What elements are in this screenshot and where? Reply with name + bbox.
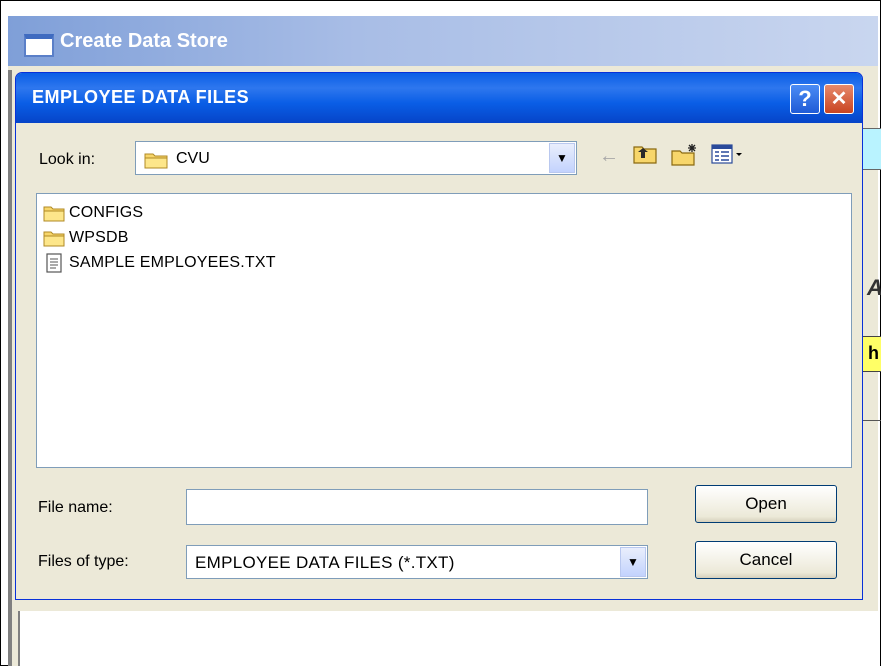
folder-icon	[43, 231, 65, 247]
window-icon	[24, 34, 54, 57]
text-file-icon	[46, 253, 62, 273]
dialog-titlebar[interactable]: EMPLOYEE DATA FILES ? ✕	[16, 73, 862, 123]
file-name: CONFIGS	[69, 204, 144, 221]
views-menu-icon[interactable]	[710, 143, 746, 165]
file-type-label: Files of type:	[38, 553, 129, 570]
open-file-dialog: EMPLOYEE DATA FILES ? ✕ Look in: CVU ▼ ←	[15, 72, 863, 600]
close-button[interactable]: ✕	[824, 84, 854, 114]
background-window-title: Create Data Store	[60, 30, 228, 52]
background-yellow-fragment: h	[868, 343, 879, 363]
list-item[interactable]: WPSDB	[43, 227, 129, 249]
file-name: WPSDB	[69, 229, 129, 246]
open-button[interactable]: Open	[695, 485, 837, 523]
new-folder-icon[interactable]	[670, 143, 700, 167]
folder-icon	[144, 153, 168, 169]
dialog-title: EMPLOYEE DATA FILES	[32, 87, 250, 107]
cancel-button[interactable]: Cancel	[695, 541, 837, 579]
background-divider	[862, 420, 881, 421]
file-type-value: EMPLOYEE DATA FILES (*.TXT)	[195, 553, 455, 572]
back-arrow-icon[interactable]: ←	[599, 145, 619, 168]
file-name-label: File name:	[38, 499, 113, 516]
chevron-down-icon[interactable]: ▼	[620, 547, 646, 577]
chevron-down-icon[interactable]: ▼	[549, 143, 575, 173]
help-button[interactable]: ?	[790, 84, 820, 114]
file-list[interactable]: CONFIGS WPSDB SAMPLE EMPLOYEES.TXT	[36, 193, 852, 468]
background-titlebar: Create Data Store	[8, 16, 878, 66]
list-item[interactable]: SAMPLE EMPLOYEES.TXT	[43, 252, 276, 274]
background-yellow-field: h	[862, 336, 881, 372]
file-type-dropdown[interactable]: EMPLOYEE DATA FILES (*.TXT) ▼	[186, 545, 648, 579]
background-content-area	[18, 611, 880, 666]
up-folder-icon[interactable]	[632, 143, 658, 165]
background-left-edge	[8, 70, 12, 666]
folder-icon	[43, 206, 65, 222]
look-in-value: CVU	[176, 150, 210, 167]
background-text-fragment: A	[867, 275, 881, 301]
file-name-input[interactable]	[186, 489, 648, 525]
list-item[interactable]: CONFIGS	[43, 202, 143, 224]
look-in-dropdown[interactable]: CVU ▼	[135, 141, 577, 175]
look-in-label: Look in:	[39, 151, 96, 168]
file-name: SAMPLE EMPLOYEES.TXT	[69, 254, 276, 271]
